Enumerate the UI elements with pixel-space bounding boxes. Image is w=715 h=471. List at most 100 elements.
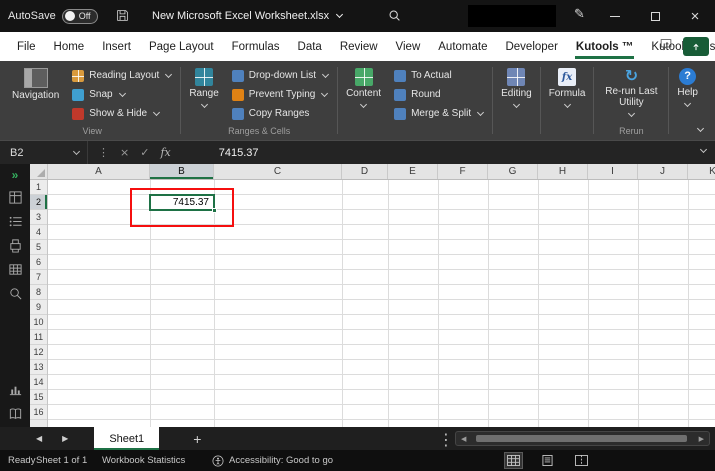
autosave-switch[interactable]: Off [61,8,98,24]
row-header-15[interactable]: 15 [30,390,47,405]
new-sheet-button[interactable]: + [193,431,201,447]
row-header-5[interactable]: 5 [30,240,47,255]
save-icon[interactable] [116,9,129,25]
row-header-1[interactable]: 1 [30,180,47,195]
show-hide-button[interactable]: Show & Hide [65,104,178,123]
expand-pane-icon[interactable]: » [12,169,19,181]
row-header-14[interactable]: 14 [30,375,47,390]
scrollbar-thumb[interactable] [476,435,687,442]
row-header-3[interactable]: 3 [30,210,47,225]
autosave-state: Off [78,11,91,21]
column-header-e[interactable]: E [388,164,438,179]
share-button[interactable] [683,37,709,56]
cancel-icon[interactable]: × [120,146,129,159]
row-header-4[interactable]: 4 [30,225,47,240]
tab-file[interactable]: File [8,32,45,61]
horizontal-scrollbar[interactable]: ◀ ▶ [455,431,710,446]
prevent-typing-button[interactable]: Prevent Typing [225,85,335,104]
navigation-button[interactable]: Navigation [6,64,65,101]
reading-layout-button[interactable]: Reading Layout [65,66,178,85]
grid-cells[interactable]: 7415.37 [48,180,715,427]
select-all-corner[interactable] [30,164,48,179]
merge-split-button[interactable]: Merge & Split [387,104,490,123]
row-header-2[interactable]: 2 [30,195,47,210]
row-header-9[interactable]: 9 [30,300,47,315]
normal-view-icon[interactable] [504,452,523,469]
row-header-10[interactable]: 10 [30,315,47,330]
find-icon[interactable] [8,286,23,301]
ribbon-group-editing: Editing [495,61,538,140]
close-button[interactable]: × [675,0,715,32]
column-header-g[interactable]: G [488,164,538,179]
column-header-j[interactable]: J [638,164,688,179]
tab-review[interactable]: Review [331,32,387,61]
table-grid-icon[interactable] [8,262,23,277]
rerun-last-utility-button[interactable]: ↻ Re-run Last Utility [596,64,666,118]
row-header-11[interactable]: 11 [30,330,47,345]
accessibility-status[interactable]: Accessibility: Good to go [212,450,333,471]
edit-pencil-icon[interactable]: ✎ [574,7,585,22]
column-header-f[interactable]: F [438,164,488,179]
workbook-sheet-icon[interactable] [8,190,23,205]
sheet-tab-sheet1[interactable]: Sheet1 [94,427,160,450]
column-header-a[interactable]: A [48,164,150,179]
round-button[interactable]: Round [387,85,490,104]
copy-ranges-button[interactable]: Copy Ranges [225,104,335,123]
document-title[interactable]: New Microsoft Excel Worksheet.xlsx [152,0,344,32]
chart-icon[interactable] [8,382,23,397]
column-header-b[interactable]: B [150,164,214,179]
tab-kutools[interactable]: Kutools ™ [567,32,643,61]
page-layout-view-icon[interactable] [539,453,556,468]
editing-button[interactable]: Editing [495,64,538,109]
workbook-statistics-button[interactable]: Workbook Statistics [102,450,185,471]
tab-view[interactable]: View [387,32,430,61]
expand-formula-bar-icon[interactable] [699,145,708,154]
tab-automate[interactable]: Automate [429,32,496,61]
to-actual-button[interactable]: To Actual [387,66,490,85]
row-header-12[interactable]: 12 [30,345,47,360]
column-header-k[interactable]: K [688,164,715,179]
search-icon[interactable] [388,9,401,25]
list-icon[interactable] [8,214,23,229]
comments-icon[interactable] [659,38,673,56]
row-header-16[interactable]: 16 [30,405,47,420]
formula-button[interactable]: fx Formula [543,64,592,109]
range-button[interactable]: Range [183,64,224,109]
tab-insert[interactable]: Insert [93,32,140,61]
content-button[interactable]: Content [340,64,387,109]
column-header-h[interactable]: H [538,164,588,179]
row-header-6[interactable]: 6 [30,255,47,270]
tab-data[interactable]: Data [289,32,331,61]
row-header-8[interactable]: 8 [30,285,47,300]
printer-icon[interactable] [8,238,23,253]
next-sheet-icon[interactable]: ▶ [62,434,68,443]
row-header-13[interactable]: 13 [30,360,47,375]
page-break-preview-icon[interactable] [573,453,590,468]
tab-page-layout[interactable]: Page Layout [140,32,223,61]
dropdown-list-button[interactable]: Drop-down List [225,66,335,85]
book-icon[interactable] [8,406,23,421]
help-button[interactable]: ? Help [671,64,704,108]
previous-sheet-icon[interactable]: ◀ [36,434,42,443]
maximize-button[interactable] [635,0,675,32]
tab-developer[interactable]: Developer [496,32,566,61]
insert-function-icon[interactable]: fx [160,146,170,159]
tab-formulas[interactable]: Formulas [223,32,289,61]
column-header-d[interactable]: D [342,164,388,179]
autosave-toggle[interactable]: AutoSave Off [8,0,98,32]
grip-dots-icon[interactable]: ⋮ [98,146,109,159]
snap-button[interactable]: Snap [65,85,178,104]
formula-input[interactable]: 7415.37 [219,147,259,159]
row-header-7[interactable]: 7 [30,270,47,285]
scroll-left-icon[interactable]: ◀ [461,435,466,443]
enter-icon[interactable]: ✓ [140,146,149,159]
scroll-right-icon[interactable]: ▶ [699,435,704,443]
name-box[interactable]: B2 [0,141,88,164]
menubar: File Home Insert Page Layout Formulas Da… [0,32,715,61]
tab-home[interactable]: Home [45,32,94,61]
more-options-icon[interactable]: ⋮ [438,430,454,449]
minimize-button[interactable] [595,0,635,32]
column-header-i[interactable]: I [588,164,638,179]
dropdown-list-label: Drop-down List [248,70,317,81]
column-header-c[interactable]: C [214,164,342,179]
